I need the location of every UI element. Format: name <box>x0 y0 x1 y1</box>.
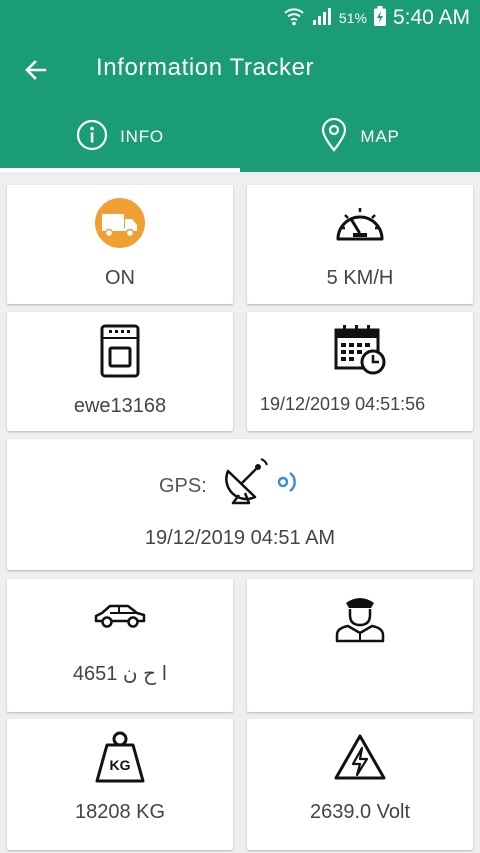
satellite-dish-icon <box>221 457 271 510</box>
tab-map-label: MAP <box>360 127 400 146</box>
engine-status-card: ON <box>7 185 233 304</box>
tab-info[interactable]: INFO <box>0 102 240 172</box>
tab-map[interactable]: MAP <box>240 102 480 172</box>
status-time: 5:40 AM <box>392 6 470 29</box>
gps-label: GPS: <box>159 475 207 497</box>
voltage-value: 2639.0 Volt <box>309 801 411 823</box>
speedometer-icon <box>333 201 387 250</box>
back-button[interactable] <box>18 54 54 90</box>
battery-percent: 51% <box>338 10 367 26</box>
weight-card: KG 18208 KG <box>7 719 233 850</box>
status-icons: 51% 5:40 AM <box>283 4 470 32</box>
tab-info-label: INFO <box>120 127 164 146</box>
car-icon <box>93 603 147 634</box>
gps-timestamp: 19/12/2019 04:51 AM <box>144 527 336 549</box>
high-voltage-icon <box>333 733 387 786</box>
weight-icon: KG <box>93 731 147 788</box>
tab-bar: INFO MAP <box>0 102 480 172</box>
weight-icon-text: KG <box>110 757 131 773</box>
gps-card: GPS: 19/12/2019 04:51 AM <box>7 439 473 570</box>
battery-charging-icon <box>373 5 387 32</box>
weight-value: 18208 KG <box>74 801 166 823</box>
speed-value: 5 KM/H <box>326 267 394 289</box>
device-id-card: ewe13168 <box>7 312 233 431</box>
driver-icon <box>333 591 387 648</box>
device-icon <box>100 324 140 383</box>
driver-card <box>247 579 473 712</box>
page-title: Information Tracker <box>96 54 315 81</box>
truck-icon <box>94 197 146 254</box>
last-update-value: 19/12/2019 04:51:56 <box>260 394 426 414</box>
engine-status-value: ON <box>105 267 135 289</box>
voltage-card: 2639.0 Volt <box>247 719 473 850</box>
signal-icon <box>311 5 333 32</box>
location-pin-icon <box>320 117 348 157</box>
app-bar: Information Tracker <box>0 36 480 102</box>
wifi-icon <box>283 5 305 32</box>
arrow-left-icon <box>23 57 49 88</box>
info-icon <box>76 119 108 156</box>
gps-signal-icon <box>276 467 300 502</box>
last-update-card: 19/12/2019 04:51:56 <box>247 312 473 431</box>
speed-card: 5 KM/H <box>247 185 473 304</box>
plate-card: 4651 ا ح ن <box>7 579 233 712</box>
device-id-value: ewe13168 <box>73 395 167 417</box>
plate-value: 4651 ا ح ن <box>72 663 168 685</box>
calendar-clock-icon <box>333 324 387 381</box>
status-bar: 51% 5:40 AM <box>0 0 480 36</box>
